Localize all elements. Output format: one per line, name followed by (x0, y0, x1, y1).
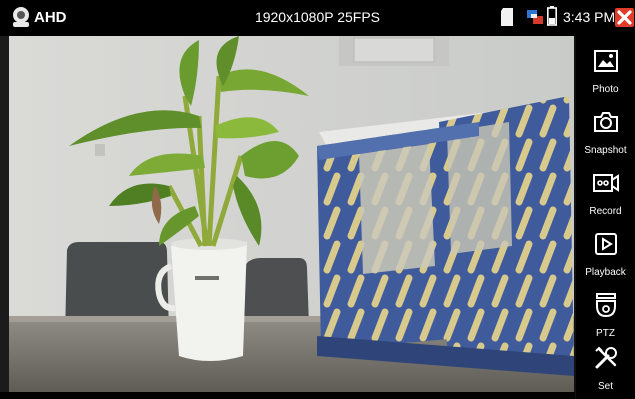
clock: 3:43 PM (563, 9, 616, 25)
sd-card-icon (501, 8, 513, 26)
sidebar-item-label: Photo (592, 84, 619, 95)
sidebar-item-label: Set (597, 381, 613, 392)
camera-scene (9, 36, 574, 392)
frame-border (0, 36, 9, 392)
camera-icon (594, 112, 618, 132)
close-icon (617, 10, 632, 25)
sidebar-item-label: Record (589, 206, 622, 217)
tools-icon (595, 346, 617, 369)
sidebar-item-playback[interactable]: Playback (576, 225, 635, 285)
sidebar-item-snapshot[interactable]: Snapshot (576, 103, 635, 163)
battery-icon (547, 6, 557, 26)
sidebar-item-label: Playback (585, 267, 626, 278)
network-icon (527, 10, 543, 24)
sidebar-item-label: PTZ (596, 328, 615, 339)
sidebar-item-set[interactable]: Set (576, 339, 635, 399)
video-record-icon (593, 174, 619, 192)
sidebar-item-ptz[interactable]: PTZ (576, 286, 635, 346)
frame-border (0, 392, 575, 399)
live-camera-view[interactable] (9, 36, 574, 392)
status-bar: AHD 1920x1080P 25FPS 3:43 PM (0, 0, 635, 36)
ptz-dome-camera-icon (596, 293, 616, 318)
close-button[interactable] (615, 8, 634, 27)
sidebar: Photo Snapshot Record Playback PTZ Set (576, 36, 635, 399)
sidebar-item-label: Snapshot (584, 145, 627, 156)
camera-tester-screen: AHD 1920x1080P 25FPS 3:43 PM Photo Snaps… (0, 0, 635, 399)
play-icon (595, 233, 617, 255)
sidebar-item-photo[interactable]: Photo (576, 42, 635, 102)
photo-icon (594, 50, 618, 72)
sidebar-item-record[interactable]: Record (576, 164, 635, 224)
